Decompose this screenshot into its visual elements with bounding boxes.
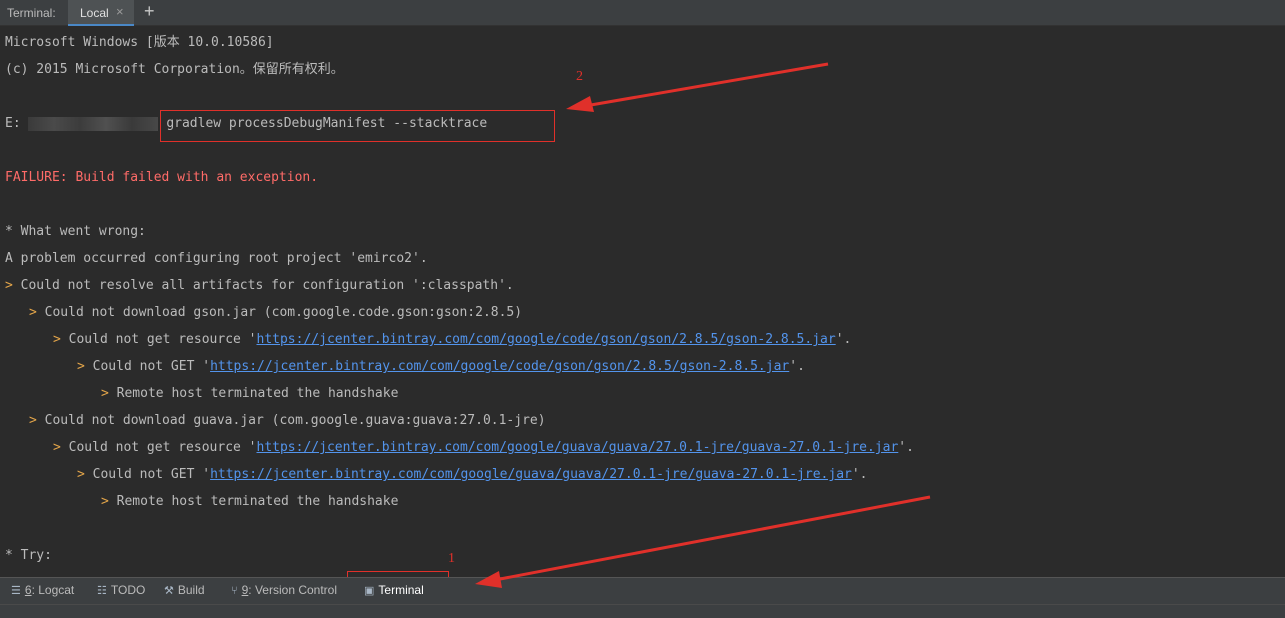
annotation-arrow-1 (475, 495, 931, 588)
annotation-arrows (475, 62, 931, 588)
annotation-arrow-2 (566, 62, 829, 112)
